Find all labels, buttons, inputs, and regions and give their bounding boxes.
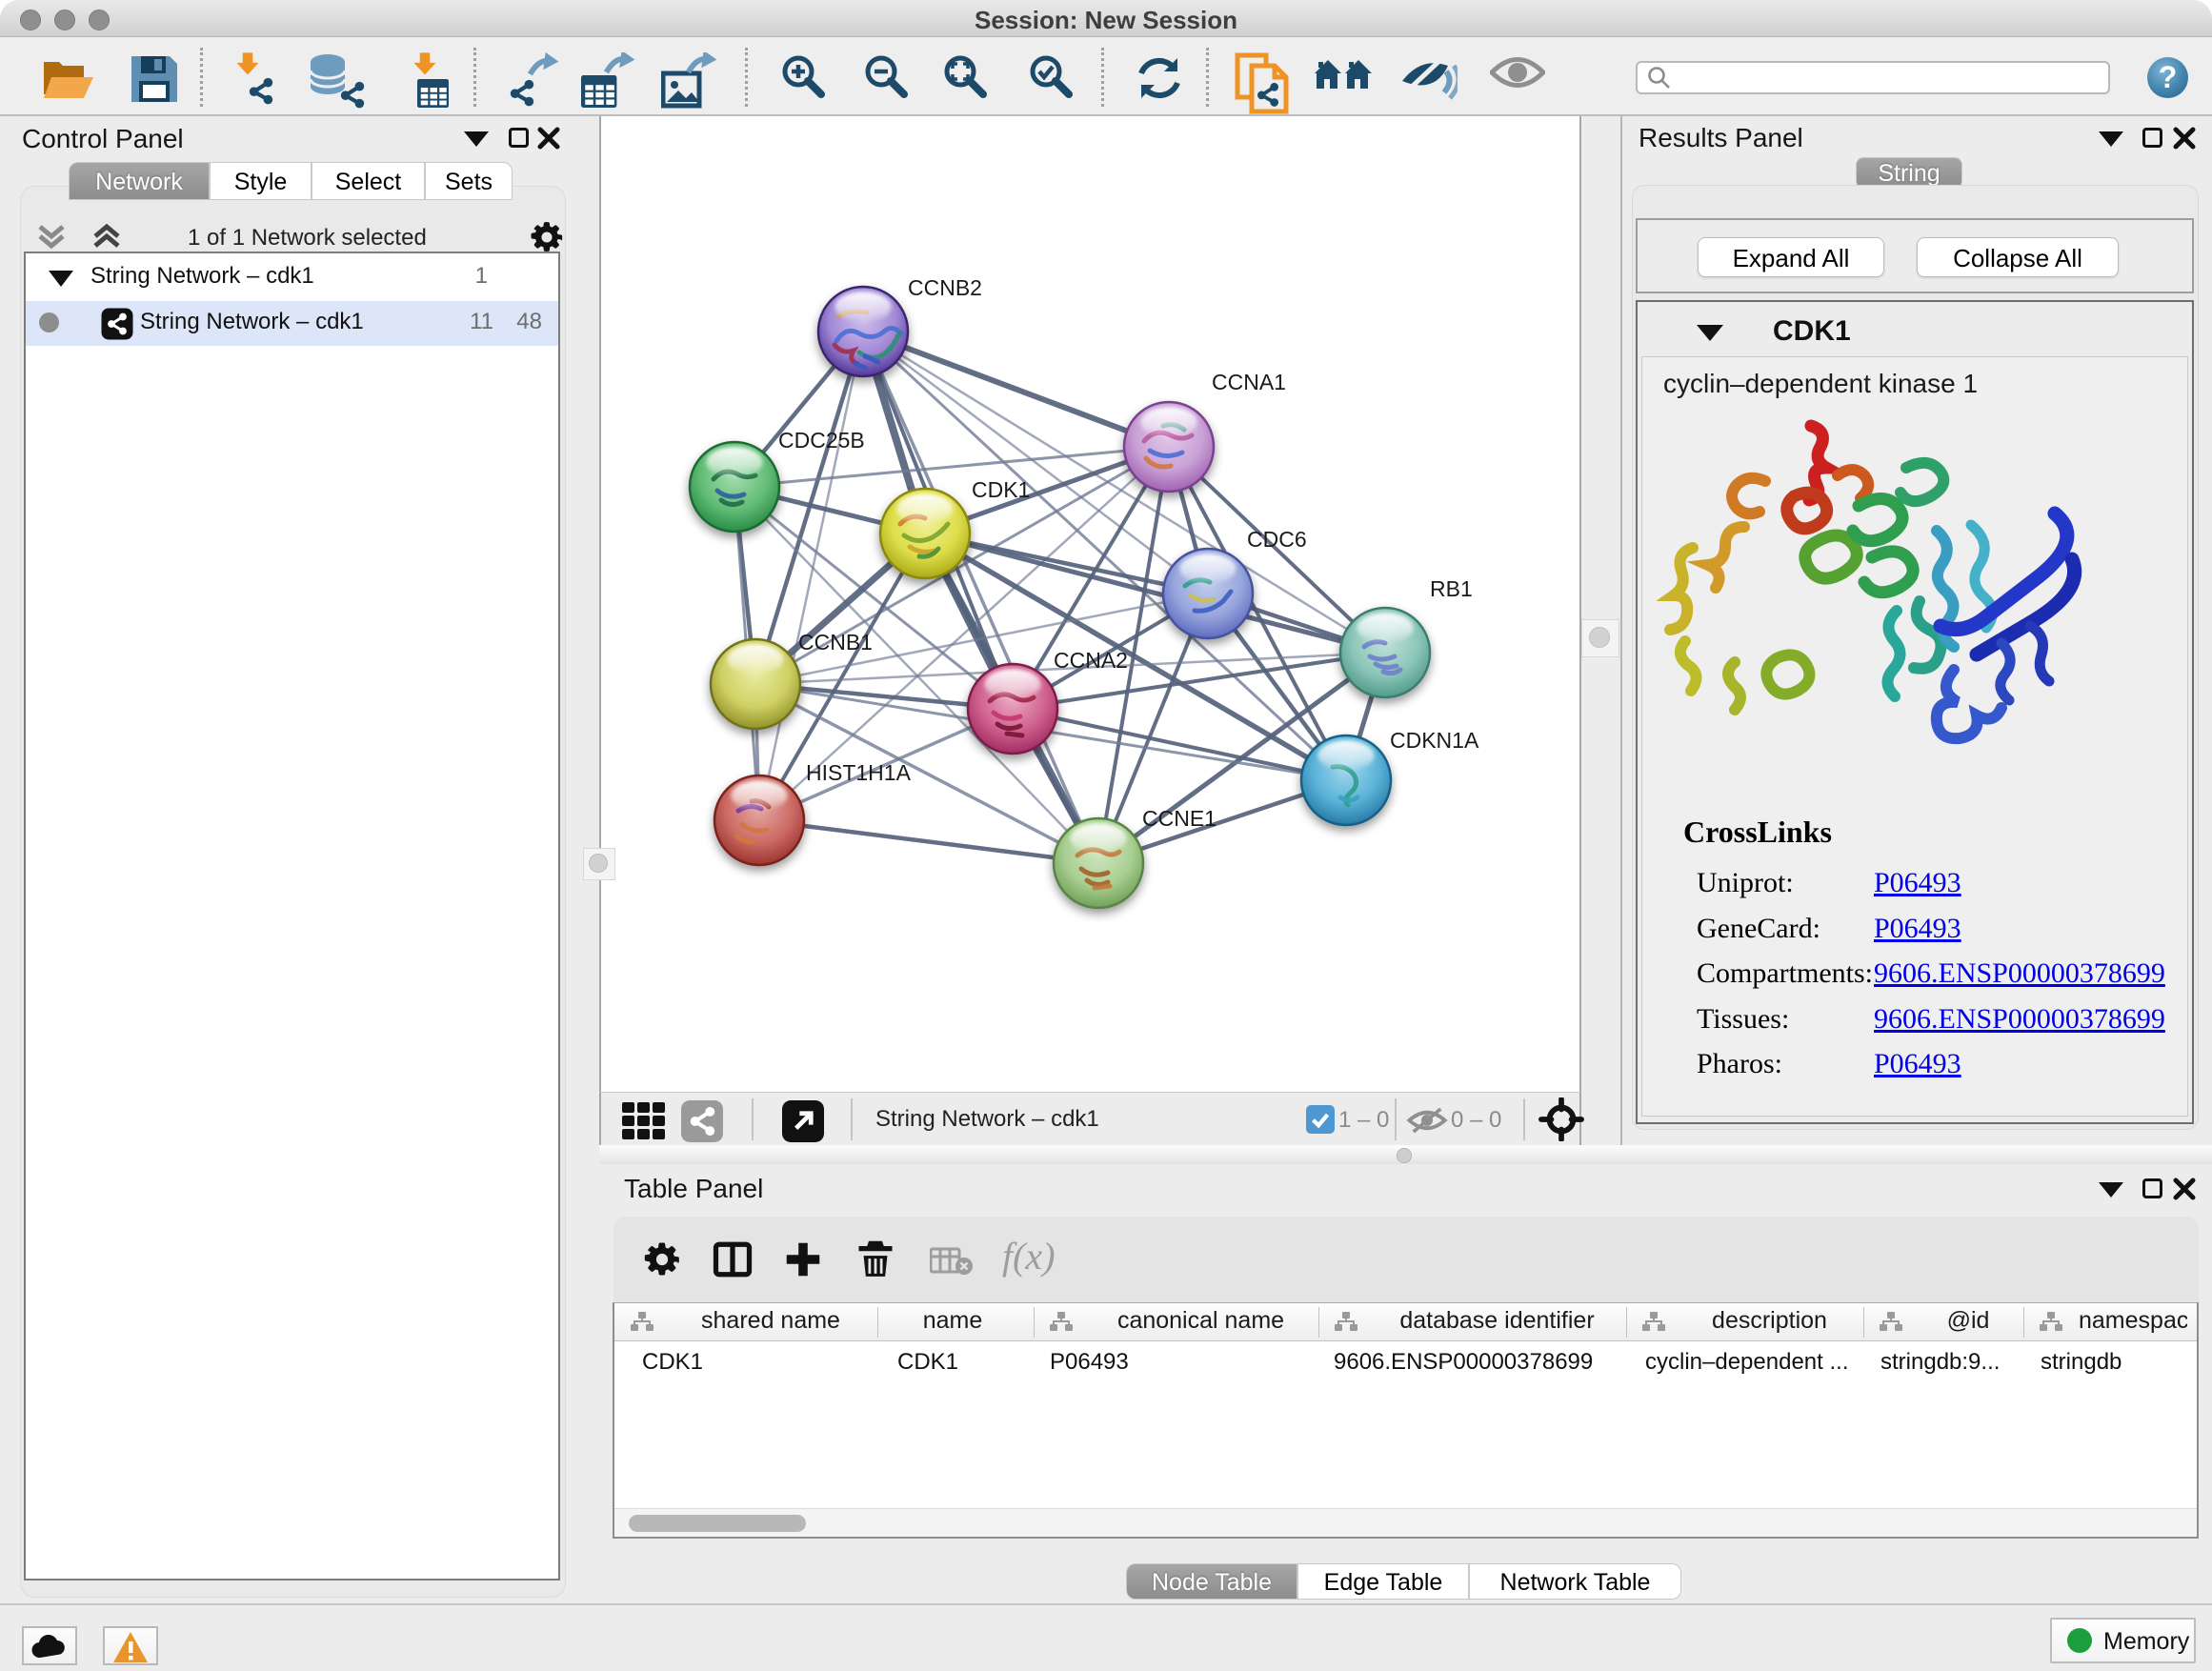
- svg-text:CCNB2: CCNB2: [908, 275, 982, 300]
- svg-text:CCNA2: CCNA2: [1054, 648, 1128, 673]
- svg-text:CCNB1: CCNB1: [798, 630, 873, 654]
- svg-text:CDK1: CDK1: [972, 477, 1030, 502]
- svg-text:CDKN1A: CDKN1A: [1390, 728, 1479, 753]
- svg-text:CCNA1: CCNA1: [1212, 370, 1286, 394]
- svg-text:CDC6: CDC6: [1247, 527, 1307, 552]
- svg-text:CCNE1: CCNE1: [1142, 806, 1217, 831]
- svg-text:CDC25B: CDC25B: [778, 428, 865, 453]
- svg-text:HIST1H1A: HIST1H1A: [806, 760, 912, 785]
- svg-text:RB1: RB1: [1430, 576, 1473, 601]
